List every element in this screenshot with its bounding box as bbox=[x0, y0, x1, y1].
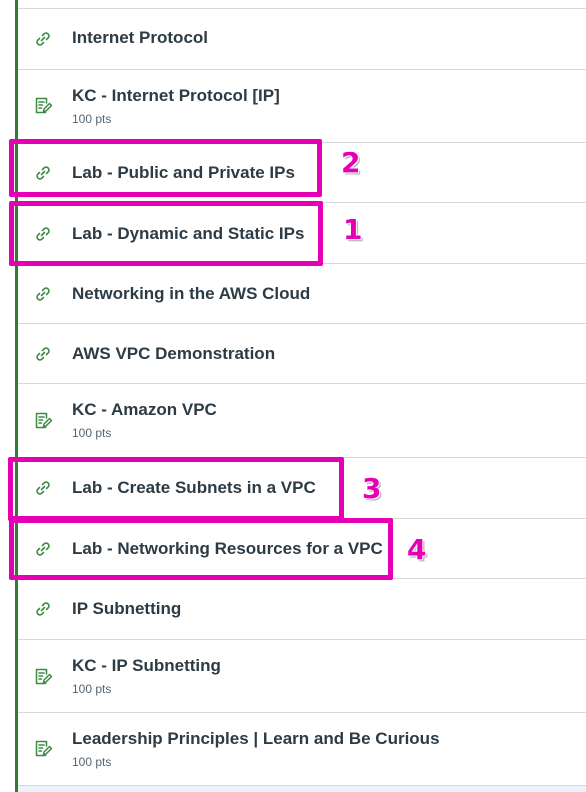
module-item-points: 100 pts bbox=[72, 682, 112, 696]
module-item-lab-networking-resources[interactable]: Lab - Networking Resources for a VPC bbox=[18, 519, 586, 579]
quiz-icon bbox=[33, 95, 53, 115]
module-item-title[interactable]: KC - IP Subnetting bbox=[72, 656, 221, 676]
module-item-kc-ip-subnetting[interactable]: KC - IP Subnetting 100 pts bbox=[18, 640, 586, 713]
annotation-number-4: 4 bbox=[407, 533, 427, 566]
module-item-ip-subnetting[interactable]: IP Subnetting bbox=[18, 579, 586, 640]
link-icon bbox=[33, 224, 53, 244]
link-icon bbox=[33, 344, 53, 364]
module-item-points: 100 pts bbox=[72, 112, 112, 126]
link-icon bbox=[33, 478, 53, 498]
link-icon bbox=[33, 599, 53, 619]
annotation-number-1: 1 bbox=[343, 213, 363, 246]
module-item-title[interactable]: Leadership Principles | Learn and Be Cur… bbox=[72, 729, 440, 749]
link-icon bbox=[33, 284, 53, 304]
module-item-title[interactable]: Lab - Dynamic and Static IPs bbox=[72, 224, 304, 244]
module-item-points: 100 pts bbox=[72, 426, 112, 440]
quiz-icon bbox=[33, 666, 53, 686]
module-item-title[interactable]: Lab - Public and Private IPs bbox=[72, 163, 295, 183]
previous-row-edge bbox=[18, 0, 586, 9]
module-item-internet-protocol[interactable]: Internet Protocol bbox=[18, 9, 586, 70]
module-item-title[interactable]: Internet Protocol bbox=[72, 28, 208, 48]
module-item-kc-internet-protocol[interactable]: KC - Internet Protocol [IP] 100 pts bbox=[18, 70, 586, 143]
module-item-lab-create-subnets[interactable]: Lab - Create Subnets in a VPC bbox=[18, 458, 586, 519]
module-item-title[interactable]: KC - Internet Protocol [IP] bbox=[72, 86, 280, 106]
annotation-number-3: 3 bbox=[362, 472, 382, 505]
module-item-points: 100 pts bbox=[72, 755, 112, 769]
module-item-title[interactable]: Lab - Create Subnets in a VPC bbox=[72, 478, 316, 498]
quiz-icon bbox=[33, 410, 53, 430]
link-icon bbox=[33, 539, 53, 559]
link-icon bbox=[33, 163, 53, 183]
annotation-number-2: 2 bbox=[341, 146, 361, 179]
module-item-lab-public-private-ips[interactable]: Lab - Public and Private IPs bbox=[18, 143, 586, 203]
module-item-aws-vpc-demonstration[interactable]: AWS VPC Demonstration bbox=[18, 324, 586, 384]
module-item-title[interactable]: Lab - Networking Resources for a VPC bbox=[72, 539, 383, 559]
module-item-networking-aws-cloud[interactable]: Networking in the AWS Cloud bbox=[18, 264, 586, 324]
module-item-title[interactable]: AWS VPC Demonstration bbox=[72, 344, 275, 364]
module-item-leadership-principles[interactable]: Leadership Principles | Learn and Be Cur… bbox=[18, 713, 586, 786]
module-item-lab-dynamic-static-ips[interactable]: Lab - Dynamic and Static IPs bbox=[18, 203, 586, 264]
module-item-title[interactable]: IP Subnetting bbox=[72, 599, 181, 619]
quiz-icon bbox=[33, 738, 53, 758]
module-item-title[interactable]: KC - Amazon VPC bbox=[72, 400, 217, 420]
next-row-edge bbox=[18, 786, 586, 792]
module-item-list: Internet Protocol KC - Internet Protocol… bbox=[0, 0, 586, 792]
module-item-title[interactable]: Networking in the AWS Cloud bbox=[72, 284, 310, 304]
link-icon bbox=[33, 29, 53, 49]
module-item-kc-amazon-vpc[interactable]: KC - Amazon VPC 100 pts bbox=[18, 384, 586, 458]
